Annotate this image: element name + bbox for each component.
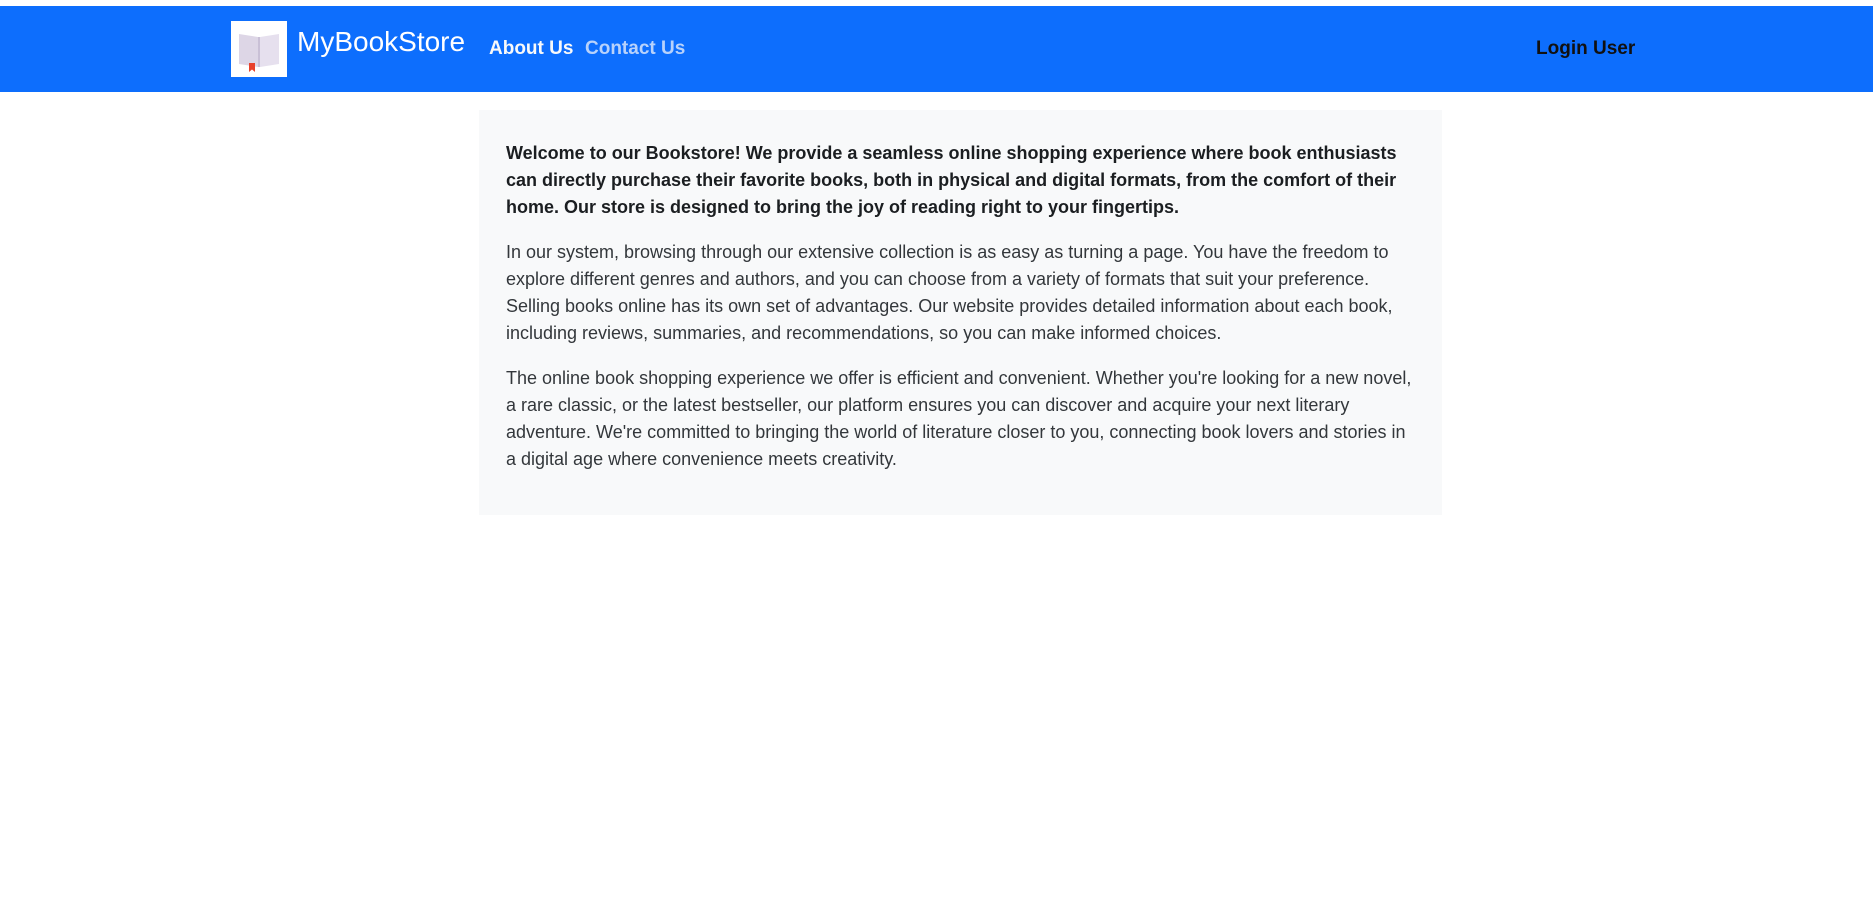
body-paragraph-1: In our system, browsing through our exte… [506,242,1393,343]
login-user-link[interactable]: Login User [1536,38,1635,60]
book-icon[interactable] [231,21,287,77]
nav-about-link[interactable]: About Us [489,38,573,60]
brand-title[interactable]: MyBookStore [297,26,465,58]
about-card: Welcome to our Bookstore! We provide a s… [479,110,1442,515]
body-paragraph-2: The online book shopping experience we o… [506,368,1412,469]
nav-contact-link[interactable]: Contact Us [585,38,685,60]
intro-paragraph: Welcome to our Bookstore! We provide a s… [506,143,1397,217]
navbar: MyBookStore About Us Contact Us Login Us… [0,6,1873,92]
